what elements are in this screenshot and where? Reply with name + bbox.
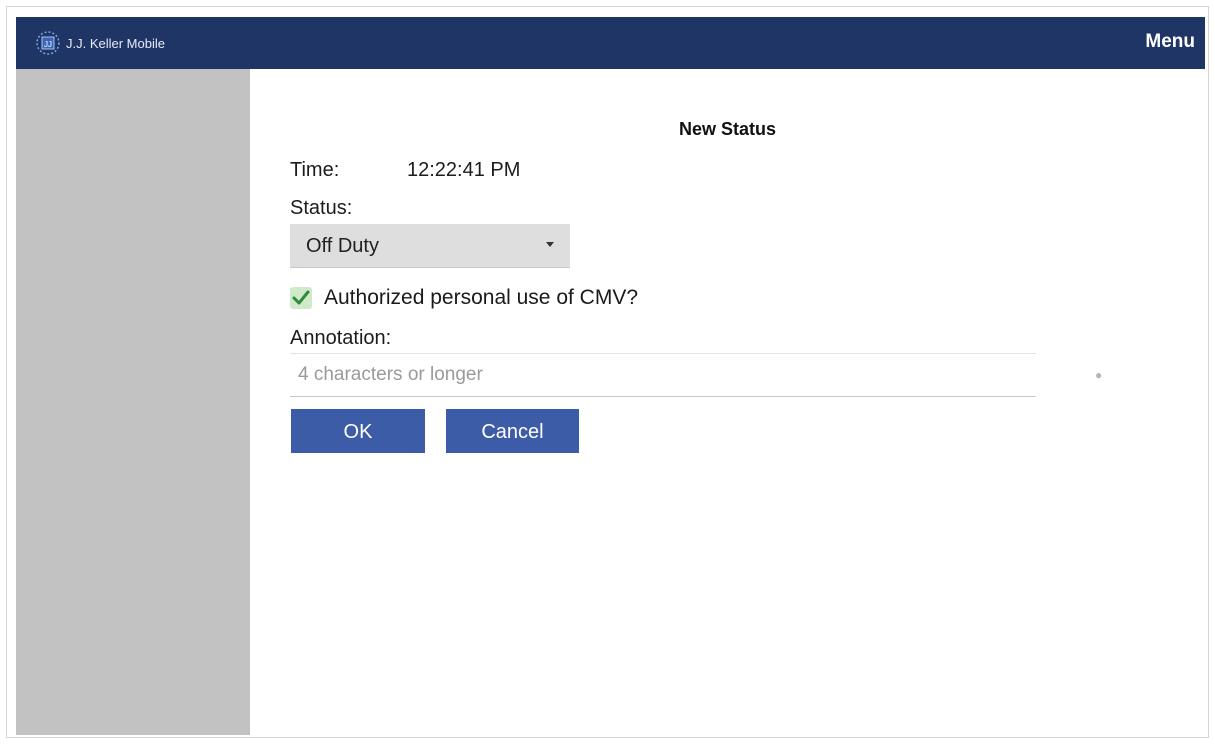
cancel-button[interactable]: Cancel — [446, 409, 579, 453]
annotation-label: Annotation: — [290, 327, 392, 349]
app-title: J.J. Keller Mobile — [66, 36, 165, 51]
status-select-value: Off Duty — [306, 235, 379, 257]
time-value: 12:22:41 PM — [407, 159, 521, 181]
top-bar: JJ J.J. Keller Mobile Menu — [16, 17, 1205, 69]
jj-keller-logo-icon: JJ — [36, 31, 60, 55]
personal-use-checkbox[interactable] — [290, 287, 312, 309]
sidebar-panel — [16, 69, 250, 735]
ok-button[interactable]: OK — [291, 409, 425, 453]
new-status-dialog: New Status Time: 12:22:41 PM Status: Off… — [250, 69, 1205, 735]
status-select[interactable]: Off Duty — [290, 224, 570, 268]
input-handle-dot: ● — [1095, 368, 1103, 382]
menu-button[interactable]: Menu — [1145, 31, 1195, 53]
dialog-title: New Status — [678, 119, 777, 139]
time-label: Time: — [290, 159, 340, 181]
svg-text:JJ: JJ — [44, 40, 52, 49]
status-label: Status: — [290, 197, 353, 219]
checkmark-icon — [292, 290, 310, 305]
personal-use-label: Authorized personal use of CMV? — [324, 286, 639, 309]
dropdown-arrow-icon — [546, 242, 554, 247]
annotation-input[interactable] — [290, 353, 1036, 397]
